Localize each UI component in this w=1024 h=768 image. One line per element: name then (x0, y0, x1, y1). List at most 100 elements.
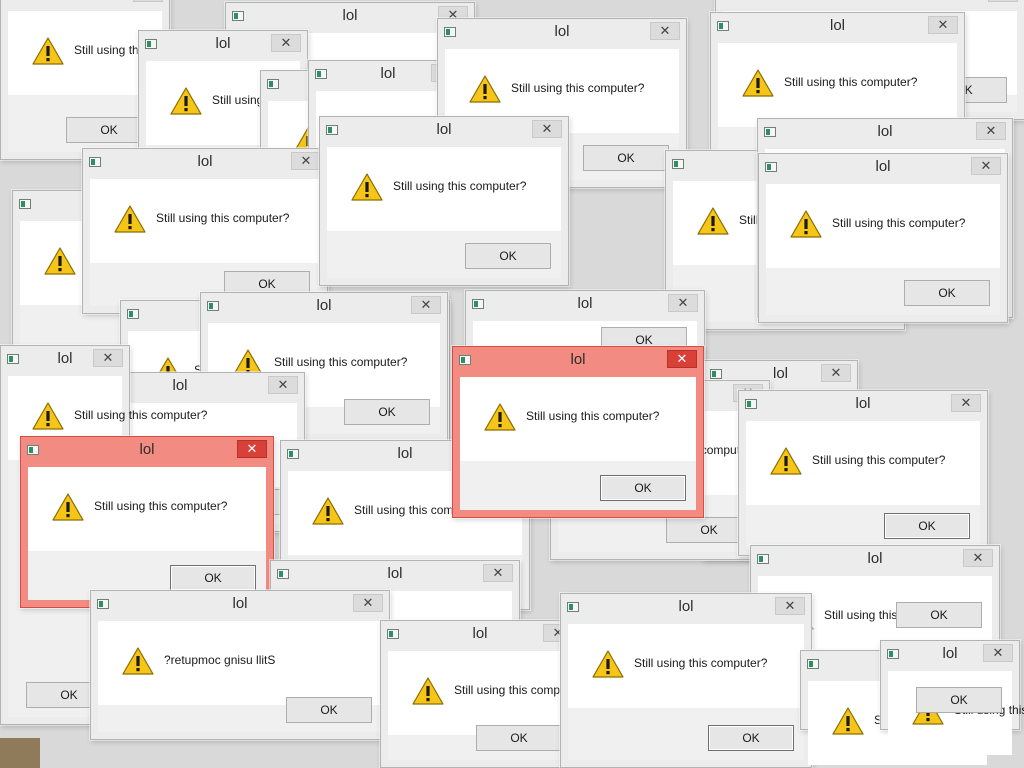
ok-button[interactable]: OK (344, 399, 430, 425)
close-button[interactable]: ✕ (237, 440, 267, 458)
dialog-window[interactable]: lol✕ Still using this computer? OK (738, 390, 988, 556)
close-icon: ✕ (102, 350, 114, 365)
title-bar[interactable]: lol✕ (271, 561, 519, 591)
close-button[interactable]: ✕ (983, 644, 1013, 662)
dialog-body: Still using this computer?OK (90, 179, 320, 306)
dialog-message: Still using this computer? (812, 453, 946, 467)
warning-icon (742, 69, 774, 97)
title-bar[interactable]: lol ✕ (711, 13, 964, 43)
dialog-window[interactable]: lol ✕ Still using this computer? OK (758, 153, 1008, 323)
ok-button[interactable]: OK (708, 725, 794, 751)
close-icon: ✕ (980, 158, 992, 173)
close-button[interactable]: ✕ (271, 34, 301, 52)
title-bar[interactable]: lol✕ (438, 19, 686, 49)
dialog-title: lol (436, 121, 452, 138)
close-button[interactable]: ✕ (668, 294, 698, 312)
ok-button[interactable]: OK (884, 513, 970, 539)
close-button[interactable]: ✕ (976, 122, 1006, 140)
close-button[interactable]: ✕ (928, 16, 958, 34)
title-bar[interactable]: lol✕ (83, 149, 327, 179)
close-button[interactable]: ✕ (821, 364, 851, 382)
ok-button[interactable]: OK (583, 145, 669, 171)
close-button[interactable]: ✕ (93, 349, 123, 367)
dialog-message: Still using this computer? (74, 408, 208, 422)
title-bar[interactable]: lol✕ (758, 119, 1012, 149)
ok-button[interactable]: OK (916, 687, 1002, 713)
dialog-message: Still using this computer? (94, 499, 228, 513)
dialog-title: lol (139, 441, 155, 458)
close-button[interactable]: ✕ (951, 394, 981, 412)
ok-button[interactable]: OK (600, 475, 686, 501)
message-area: Still using this computer? (388, 651, 587, 735)
message-area: Still using this computer? (888, 671, 1024, 755)
message-area: Still using this computer? (28, 467, 266, 551)
close-button[interactable]: ✕ (268, 376, 298, 394)
close-button[interactable]: ✕ (133, 0, 163, 2)
title-bar[interactable]: lol✕ (751, 546, 999, 576)
dialog-window[interactable]: lol ✕ ?retupmoc gnisu llitS OK (90, 590, 390, 740)
ok-button[interactable]: OK (904, 280, 990, 306)
dialog-title: lol (829, 17, 845, 34)
dialog-window[interactable]: lol✕Still using this computer?OK (880, 640, 1024, 755)
close-button[interactable]: ✕ (483, 564, 513, 582)
dialog-body: Still using this computer?OK (327, 147, 561, 278)
close-button[interactable]: ✕ (353, 594, 383, 612)
warning-icon (32, 37, 64, 65)
close-icon: ✕ (937, 17, 949, 32)
ok-button[interactable]: OK (896, 602, 982, 628)
message-area: ?retupmoc gnisu llitS (98, 621, 382, 705)
warning-icon (412, 677, 444, 705)
title-bar[interactable]: lol✕ (381, 621, 579, 651)
close-button[interactable]: ✕ (667, 350, 697, 368)
ok-button[interactable]: OK (170, 565, 256, 591)
dialog-window[interactable]: lol✕Still using this computer?OK (560, 593, 812, 768)
ok-button[interactable]: OK (286, 697, 372, 723)
warning-icon (697, 207, 729, 235)
title-bar[interactable]: lol✕ (201, 293, 447, 323)
close-button[interactable]: ✕ (291, 152, 321, 170)
warning-icon (44, 247, 76, 275)
dialog-title: lol (232, 595, 248, 612)
close-button[interactable]: ✕ (411, 296, 441, 314)
title-bar[interactable]: lol✕ (716, 0, 1024, 11)
title-bar[interactable]: lol✕ (466, 291, 704, 321)
ok-button[interactable]: OK (476, 725, 562, 751)
close-button[interactable]: ✕ (532, 120, 562, 138)
warning-icon (122, 647, 154, 675)
dialog-message: Still using this computer? (156, 211, 290, 225)
close-icon: ✕ (677, 295, 689, 310)
title-bar[interactable]: lol ✕ (320, 117, 568, 147)
title-bar[interactable]: lol ✕ (21, 437, 273, 467)
close-button[interactable]: ✕ (988, 0, 1018, 2)
dialog-window[interactable]: lol✕Still using this computer?OK (452, 346, 704, 518)
dialog-title: lol (875, 158, 891, 175)
close-button[interactable]: ✕ (963, 549, 993, 567)
close-icon: ✕ (300, 153, 312, 168)
warning-icon (114, 205, 146, 233)
title-bar[interactable]: lol ✕ (91, 591, 389, 621)
dialog-body: Still using this computer?OK (388, 651, 587, 760)
warning-icon (790, 210, 822, 238)
title-bar[interactable]: lol✕ (453, 347, 703, 377)
title-bar[interactable]: lol✕ (561, 594, 811, 624)
close-button[interactable]: ✕ (971, 157, 1001, 175)
close-button[interactable]: ✕ (650, 22, 680, 40)
title-bar[interactable]: lol✕ (739, 391, 987, 421)
ok-button[interactable]: OK (465, 243, 551, 269)
title-bar[interactable]: lol✕ (881, 641, 1019, 671)
close-button[interactable]: ✕ (775, 597, 805, 615)
warning-icon (770, 447, 802, 475)
dialog-window[interactable]: lol✕Still using this computer?OK (82, 148, 328, 314)
dialog-window[interactable]: lol ✕ Still using this computer?OK (319, 116, 569, 286)
title-bar[interactable]: lol ✕ (759, 154, 1007, 184)
dialog-body: ?retupmoc gnisu llitS OK (98, 621, 382, 732)
dialog-window[interactable]: lol ✕ Still using this computer? OK (20, 436, 274, 608)
dialog-message: Still using this computer? (832, 216, 966, 230)
title-bar[interactable]: lol✕ (1, 346, 129, 376)
close-icon: ✕ (362, 595, 374, 610)
title-bar[interactable]: lol✕ (139, 31, 307, 61)
close-icon: ✕ (277, 377, 289, 392)
dialog-window[interactable]: lol✕Still using this computer?OK (380, 620, 587, 768)
title-bar[interactable]: lol✕ (1, 0, 169, 11)
message-area: Still using this computer? (746, 421, 980, 505)
